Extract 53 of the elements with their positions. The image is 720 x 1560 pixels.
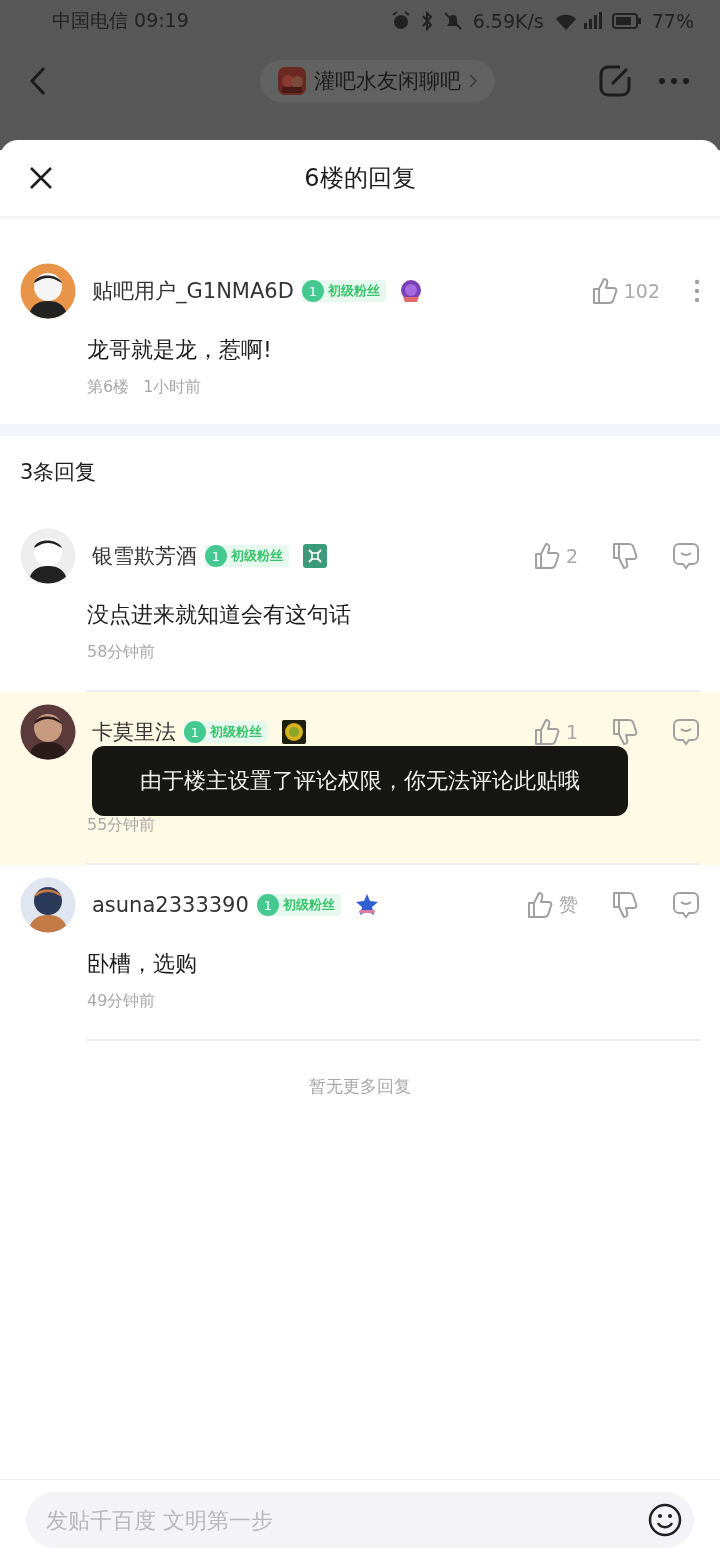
fan-level-badge: 1 初级粉丝 xyxy=(205,545,289,567)
edit-icon[interactable] xyxy=(598,64,632,98)
comment-text: 没点进来就知道会有这句话 xyxy=(86,601,352,629)
thumbs-down-icon[interactable] xyxy=(612,718,638,746)
battery-icon xyxy=(611,12,642,30)
like-button[interactable]: 1 xyxy=(533,718,578,746)
thumbs-up-icon xyxy=(533,718,560,746)
thumbs-down-icon[interactable] xyxy=(612,891,638,919)
sheet-title: 6楼的回复 xyxy=(304,163,416,194)
back-icon[interactable] xyxy=(30,66,46,96)
timestamp: 1小时前 xyxy=(143,377,202,398)
reply-count: 3条回复 xyxy=(19,459,98,486)
fan-level-badge: 1 初级粉丝 xyxy=(301,280,386,302)
like-button[interactable]: 赞 xyxy=(527,891,578,919)
more-icon[interactable] xyxy=(694,279,700,303)
fan-level-badge: 1 初级粉丝 xyxy=(184,721,268,743)
medal-icon xyxy=(303,544,327,568)
thumbs-up-icon xyxy=(527,891,553,919)
username[interactable]: asuna2333390 xyxy=(92,893,249,917)
bluetooth-icon xyxy=(420,11,433,31)
timestamp: 55分钟前 xyxy=(87,815,156,836)
fan-level-badge: 1 初级粉丝 xyxy=(256,894,341,916)
more-icon[interactable] xyxy=(658,77,690,85)
thumbs-down-icon[interactable] xyxy=(612,542,638,570)
like-button[interactable]: 102 xyxy=(591,277,660,305)
floor-label: 第6楼 xyxy=(87,377,130,398)
close-icon[interactable] xyxy=(29,166,53,190)
thumbs-up-icon xyxy=(591,277,618,305)
timestamp: 49分钟前 xyxy=(87,991,156,1012)
medal-icon xyxy=(282,720,306,744)
username[interactable]: 卡莫里法 xyxy=(92,718,176,746)
emoji-icon[interactable] xyxy=(648,1503,682,1537)
comment-text: 卧槽，选购 xyxy=(86,950,198,978)
username[interactable]: 贴吧用户_G1NMA6D xyxy=(92,277,294,305)
timestamp: 58分钟前 xyxy=(87,642,156,663)
end-note: 暂无更多回复 xyxy=(308,1075,412,1098)
comment-icon[interactable] xyxy=(672,891,700,919)
like-button[interactable]: 2 xyxy=(533,542,578,570)
comment-icon[interactable] xyxy=(672,542,700,570)
comment-text: 龙哥就是龙，惹啊! xyxy=(86,336,273,364)
medal-icon xyxy=(399,279,422,303)
thumbs-up-icon xyxy=(533,542,560,570)
signal-icon xyxy=(553,11,602,31)
comment-field[interactable]: 发贴千百度 文明第一步 xyxy=(44,1506,648,1534)
alarm-icon xyxy=(390,11,411,31)
comment-bar[interactable]: 发贴千百度 文明第一步 xyxy=(26,1492,694,1548)
chevron-icon xyxy=(468,74,477,88)
username[interactable]: 银雪欺芳酒 xyxy=(92,542,197,570)
comment-icon[interactable] xyxy=(672,718,700,746)
forum-chip[interactable]: 灌吧水友闲聊吧 xyxy=(259,60,495,102)
medal-icon xyxy=(354,893,379,917)
muted-bell-icon xyxy=(442,11,463,31)
toast-message: 由于楼主设置了评论权限，你无法评论此贴哦 xyxy=(92,746,628,816)
